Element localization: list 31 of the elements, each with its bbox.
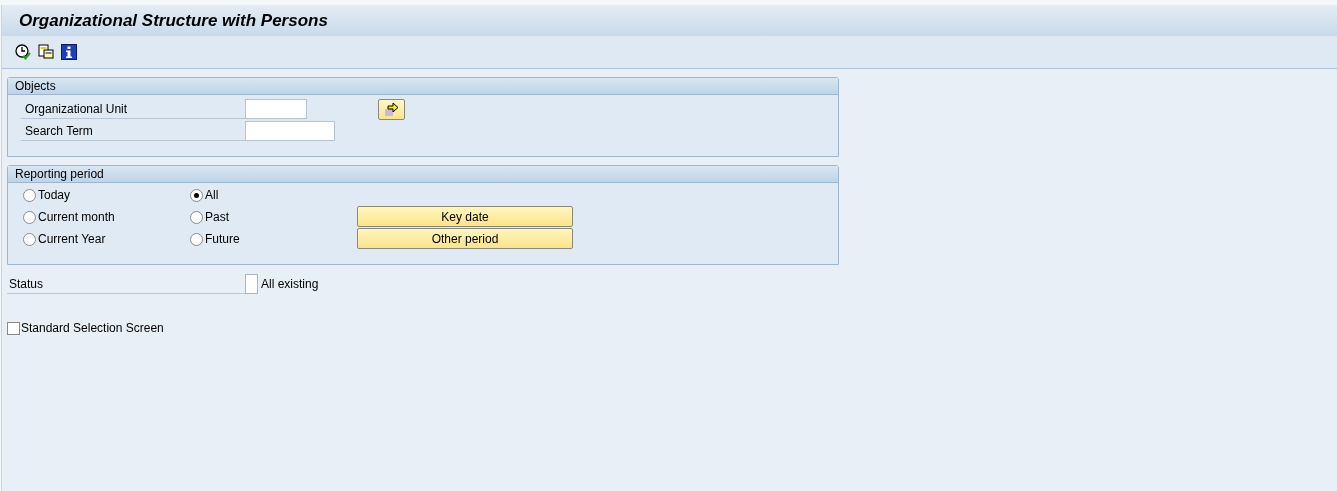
field-label: Organizational Unit <box>21 99 245 119</box>
checkbox-label: Standard Selection Screen <box>21 320 164 337</box>
period-button[interactable]: Key date <box>357 206 573 227</box>
input-field[interactable] <box>245 121 335 141</box>
radio-button[interactable] <box>190 210 203 224</box>
info-icon[interactable] <box>61 44 77 60</box>
radio-option[interactable]: All <box>190 184 344 206</box>
group-title: Objects <box>8 78 838 95</box>
multiple-selection-button[interactable] <box>378 98 405 120</box>
status-checkbox[interactable] <box>245 273 258 294</box>
radio-option[interactable]: Current Year <box>23 228 177 250</box>
radio-option[interactable]: Current month <box>23 206 177 228</box>
radio-option[interactable]: Past <box>190 206 344 228</box>
radio-button[interactable] <box>23 188 36 202</box>
radio-button[interactable] <box>23 232 36 246</box>
clock-check-icon[interactable] <box>15 44 31 60</box>
field-label: Search Term <box>21 121 245 141</box>
documents-icon[interactable] <box>38 44 54 60</box>
radio-button[interactable] <box>190 232 203 246</box>
radio-button[interactable] <box>23 210 36 224</box>
checkbox[interactable] <box>7 321 20 335</box>
radio-option[interactable]: Future <box>190 228 344 250</box>
window-title: Organizational Structure with Persons <box>19 9 328 32</box>
status-text: All existing <box>261 275 319 293</box>
period-button[interactable]: Other period <box>357 228 573 249</box>
field-label: Status <box>7 273 245 294</box>
radio-button[interactable] <box>190 188 203 202</box>
group-title: Reporting period <box>8 166 838 183</box>
radio-option[interactable]: Today <box>23 184 177 206</box>
arrow-icon <box>383 101 400 117</box>
input-field[interactable] <box>245 99 307 119</box>
